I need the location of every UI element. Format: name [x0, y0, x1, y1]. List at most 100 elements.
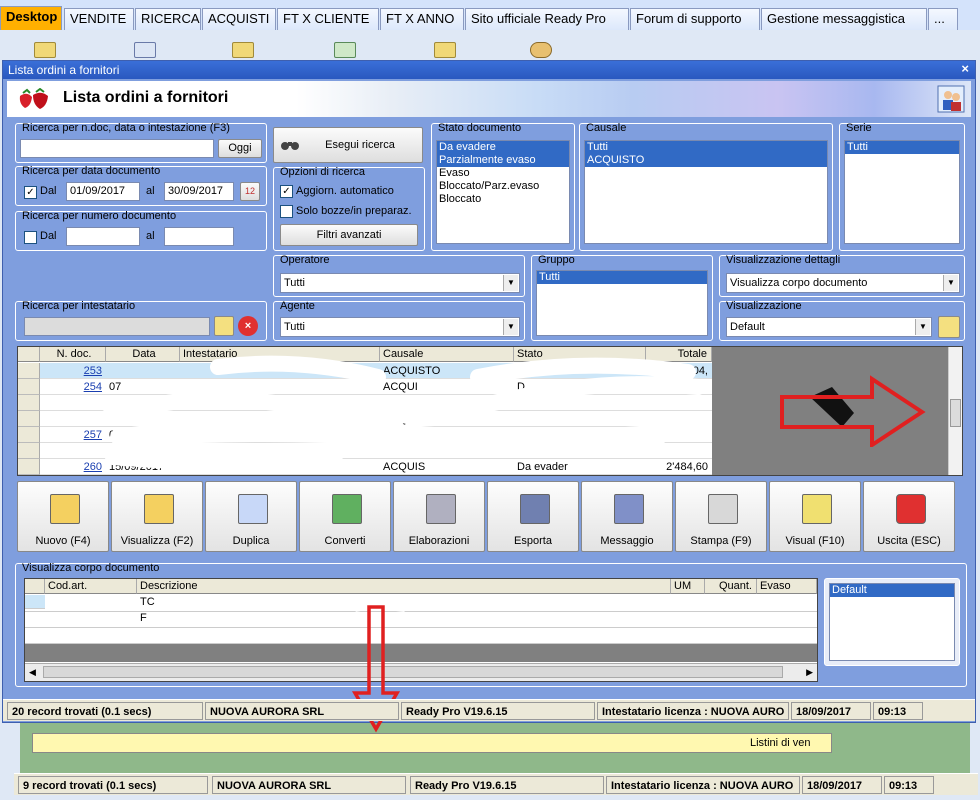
search-holder-label: Ricerca per intestatario	[22, 300, 136, 312]
desktop-shortcut-icon[interactable]	[530, 42, 552, 58]
toolbar-button-duplicate[interactable]: Duplica	[205, 481, 297, 552]
grid-cell-num[interactable]	[40, 395, 106, 411]
list-item[interactable]: ACQUISTO	[585, 154, 827, 167]
date-checkbox[interactable]: ✓	[24, 186, 37, 199]
desktop-shortcut-icon[interactable]	[34, 42, 56, 58]
toolbar-button-convert[interactable]: Converti	[299, 481, 391, 552]
col-num[interactable]: N. doc.	[40, 347, 106, 362]
body-side-listbox[interactable]: Default	[829, 583, 955, 661]
grid-cell-num[interactable]: 260	[40, 459, 106, 475]
magic-wand-icon	[802, 494, 832, 524]
table-row-indicator[interactable]	[25, 595, 45, 609]
search-doc-label: Ricerca per n.doc, data o intestazione (…	[22, 122, 230, 134]
list-item[interactable]: Bloccato	[437, 193, 569, 206]
num-to-label: al	[146, 230, 155, 242]
grid-cell-num[interactable]: 257	[40, 427, 106, 443]
run-search-button[interactable]: Esegui ricerca	[273, 127, 423, 163]
table-row-indicator[interactable]	[18, 427, 40, 443]
chevron-down-icon[interactable]: ▼	[915, 319, 930, 335]
body-side-panel: Default	[824, 578, 960, 666]
grid-scrollbar[interactable]	[948, 347, 962, 475]
date-from-input[interactable]: 01/09/2017	[66, 182, 140, 201]
col-quant[interactable]: Quant.	[705, 579, 757, 594]
causale-listbox[interactable]: Tutti ACQUISTO	[584, 140, 828, 244]
calendar-icon[interactable]: 12	[240, 182, 260, 201]
toolbar-button-export[interactable]: Esporta	[487, 481, 579, 552]
num-to-input[interactable]	[164, 227, 234, 246]
chevron-down-icon[interactable]: ▼	[943, 275, 958, 291]
tab-ft-x-cliente[interactable]: FT X CLIENTE	[277, 8, 379, 30]
tab-messaggistica[interactable]: Gestione messaggistica	[761, 8, 927, 30]
clear-icon[interactable]: ×	[238, 316, 258, 336]
list-item[interactable]: Parzialmente evaso	[437, 154, 569, 167]
search-doc-input[interactable]	[20, 139, 214, 158]
advanced-filters-button[interactable]: Filtri avanzati	[280, 224, 418, 246]
close-icon[interactable]: ×	[961, 61, 969, 76]
tab-more[interactable]: ...	[928, 8, 958, 30]
table-row-indicator[interactable]	[18, 411, 40, 427]
toolbar-button-exit[interactable]: Uscita (ESC)	[863, 481, 955, 552]
grid-cell-num[interactable]	[40, 411, 106, 427]
col-cod-art[interactable]: Cod.art.	[45, 579, 137, 594]
desktop-shortcut-icon[interactable]	[232, 42, 254, 58]
toolbar-button-magic-wand[interactable]: Visual (F10)	[769, 481, 861, 552]
table-row-indicator[interactable]	[18, 395, 40, 411]
tab-ft-x-anno[interactable]: FT X ANNO	[380, 8, 464, 30]
table-row-indicator[interactable]	[18, 363, 40, 379]
scroll-left-icon[interactable]: ◀	[29, 667, 36, 678]
tab-forum[interactable]: Forum di supporto	[630, 8, 760, 30]
list-item[interactable]: Evaso	[437, 167, 569, 180]
auto-update-checkbox[interactable]: ✓	[280, 185, 293, 198]
list-item[interactable]: Tutti	[845, 141, 959, 154]
gruppo-label: Gruppo	[538, 254, 575, 266]
list-item[interactable]: Default	[830, 584, 954, 597]
list-item[interactable]: Tutti	[537, 271, 707, 284]
tab-ricerca[interactable]: RICERCA	[135, 8, 201, 30]
tab-sito-ufficiale[interactable]: Sito ufficiale Ready Pro	[465, 8, 629, 30]
date-to-input[interactable]: 30/09/2017	[164, 182, 234, 201]
tab-desktop[interactable]: Desktop	[0, 6, 62, 30]
col-um[interactable]: UM	[671, 579, 705, 594]
search-date-label: Ricerca per data documento	[22, 165, 161, 177]
toolbar-button-message[interactable]: Messaggio	[581, 481, 673, 552]
desktop-shortcut-icon[interactable]	[134, 42, 156, 58]
toolbar-button-view-grid[interactable]: Visualizza (F2)	[111, 481, 203, 552]
stato-listbox[interactable]: Da evadere Parzialmente evaso Evaso Bloc…	[436, 140, 570, 244]
table-row-indicator[interactable]	[18, 459, 40, 475]
scroll-right-icon[interactable]: ▶	[806, 667, 813, 678]
list-item[interactable]: Da evadere	[437, 141, 569, 154]
grid-cell-num[interactable]: 253	[40, 363, 106, 379]
grid-cell-num[interactable]: 254	[40, 379, 106, 395]
chevron-down-icon[interactable]: ▼	[503, 319, 518, 335]
holder-input[interactable]	[24, 317, 210, 336]
table-row-indicator[interactable]	[18, 443, 40, 459]
folder-icon[interactable]	[938, 316, 960, 338]
toolbar-button-new-grid[interactable]: Nuovo (F4)	[17, 481, 109, 552]
desktop-shortcut-icon[interactable]	[434, 42, 456, 58]
operatore-select[interactable]: Tutti ▼	[280, 273, 520, 293]
users-icon[interactable]	[937, 85, 965, 113]
drafts-checkbox[interactable]	[280, 205, 293, 218]
list-item[interactable]: Bloccato/Parz.evaso	[437, 180, 569, 193]
today-button[interactable]: Oggi	[218, 139, 262, 158]
serie-listbox[interactable]: Tutti	[844, 140, 960, 244]
col-evaso[interactable]: Evaso	[757, 579, 817, 594]
tab-acquisti[interactable]: ACQUISTI	[202, 8, 276, 30]
tab-vendite[interactable]: VENDITE	[64, 8, 134, 30]
toolbar-button-processing[interactable]: Elaborazioni	[393, 481, 485, 552]
toolbar-button-printer[interactable]: Stampa (F9)	[675, 481, 767, 552]
number-checkbox[interactable]	[24, 231, 37, 244]
folder-icon[interactable]	[214, 316, 234, 336]
visualizzazione-select[interactable]: Default ▼	[726, 317, 932, 337]
desktop-shortcut-icon[interactable]	[334, 42, 356, 58]
chevron-down-icon[interactable]: ▼	[503, 275, 518, 291]
agente-select[interactable]: Tutti ▼	[280, 317, 520, 337]
vis-dettagli-select[interactable]: Visualizza corpo documento ▼	[726, 273, 960, 293]
list-item[interactable]: Tutti	[585, 141, 827, 154]
num-from-input[interactable]	[66, 227, 140, 246]
scrollbar-thumb[interactable]	[950, 399, 961, 427]
causale-group: Causale Tutti ACQUISTO	[579, 122, 833, 251]
gruppo-listbox[interactable]: Tutti	[536, 270, 708, 336]
grid-cell-num[interactable]	[40, 443, 106, 459]
table-row-indicator[interactable]	[18, 379, 40, 395]
